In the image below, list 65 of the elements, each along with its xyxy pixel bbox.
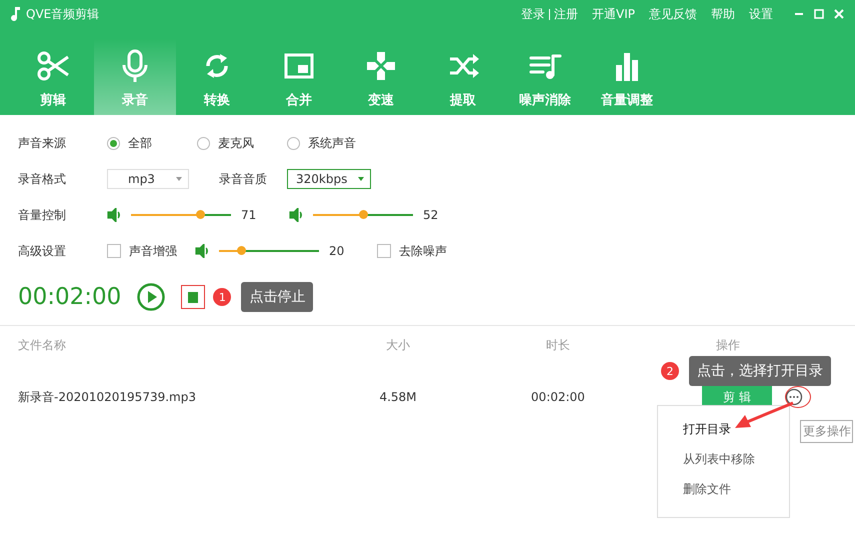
menu-item[interactable]: 从列表中移除 [683, 444, 789, 474]
checkbox[interactable] [107, 244, 121, 258]
toolbar-tab[interactable]: 音量调整 [586, 39, 668, 115]
radio-button[interactable] [287, 136, 300, 150]
header-link[interactable]: 开通VIP [592, 6, 635, 22]
slider-thumb[interactable] [237, 246, 246, 255]
table-cell-text: 新录音-20201020195739.mp3 [18, 388, 197, 406]
toolbar-tab[interactable]: 录音 [94, 39, 176, 115]
radio-button[interactable] [197, 136, 210, 150]
speaker-icon [289, 208, 303, 222]
field-label: 录音音质 [219, 170, 268, 188]
slider-thumb[interactable] [359, 210, 368, 219]
toolbar-tab[interactable]: 合并 [258, 39, 340, 115]
table-cell-text: 00:02:00 [530, 390, 586, 404]
header-link[interactable]: 帮助 [711, 6, 735, 22]
speaker-icon [195, 244, 209, 258]
column-header: 文件名称 [18, 336, 67, 354]
toolbar-tab[interactable]: 变速 [340, 39, 422, 115]
column-header: 时长 [545, 336, 571, 354]
tooltip: 更多操作 [800, 420, 853, 443]
menu-item[interactable]: 打开目录 [683, 414, 789, 444]
header-link[interactable]: 意见反馈 [649, 6, 697, 22]
window-title: QVE音频剪辑 [26, 6, 100, 22]
slider-thumb[interactable] [196, 210, 205, 219]
quality-dropdown[interactable]: 320kbps [287, 169, 371, 189]
step-badge: 1 [213, 288, 232, 306]
field-label: 音量控制 [18, 206, 67, 224]
format-dropdown[interactable]: mp3 [107, 169, 189, 189]
radio-label: 全部 [128, 134, 152, 152]
radio-button[interactable] [107, 136, 120, 150]
speaker-icon [107, 208, 121, 222]
toolbar-tab[interactable]: 剪辑 [12, 39, 94, 115]
checkbox[interactable] [377, 244, 391, 258]
play-icon[interactable] [137, 283, 166, 311]
menu-item[interactable]: 删除文件 [683, 474, 789, 504]
toolbar-tab[interactable]: 提取 [422, 39, 504, 115]
scissors-icon [36, 49, 70, 83]
checkbox-label: 声音增强 [129, 242, 177, 260]
account-link[interactable]: 登录 [521, 6, 546, 22]
more-icon[interactable] [785, 388, 803, 406]
field-label: 录音格式 [18, 170, 67, 188]
column-header: 大小 [385, 336, 411, 354]
radio-label: 麦克风 [218, 134, 254, 152]
hint-tooltip: 点击，选择打开目录 [689, 356, 831, 386]
checkbox-label: 去除噪声 [399, 242, 447, 260]
radio-label: 系统声音 [308, 134, 356, 152]
account-link[interactable]: 注册 [554, 6, 578, 22]
header-link[interactable]: 设置 [749, 6, 773, 22]
field-label: 声音来源 [18, 134, 67, 152]
hint-tooltip: 点击停止 [241, 282, 314, 312]
stop-button[interactable] [181, 285, 206, 309]
speed-icon [364, 49, 398, 83]
step-badge: 2 [661, 362, 679, 380]
music-note-icon [10, 7, 20, 21]
toolbar-tab[interactable]: 转换 [176, 39, 258, 115]
table-cell-text: 4.58M [378, 390, 418, 404]
slider-value: 71 [241, 208, 258, 222]
column-header: 操作 [715, 336, 741, 354]
close-icon[interactable] [833, 8, 845, 20]
toolbar-tab[interactable]: 噪声消除 [504, 39, 586, 115]
maximize-icon[interactable] [813, 8, 825, 20]
slider-value: 52 [423, 208, 440, 222]
slider-value: 20 [329, 244, 346, 258]
recording-timer: 00:02:00 [18, 284, 122, 310]
field-label: 高级设置 [18, 242, 67, 260]
